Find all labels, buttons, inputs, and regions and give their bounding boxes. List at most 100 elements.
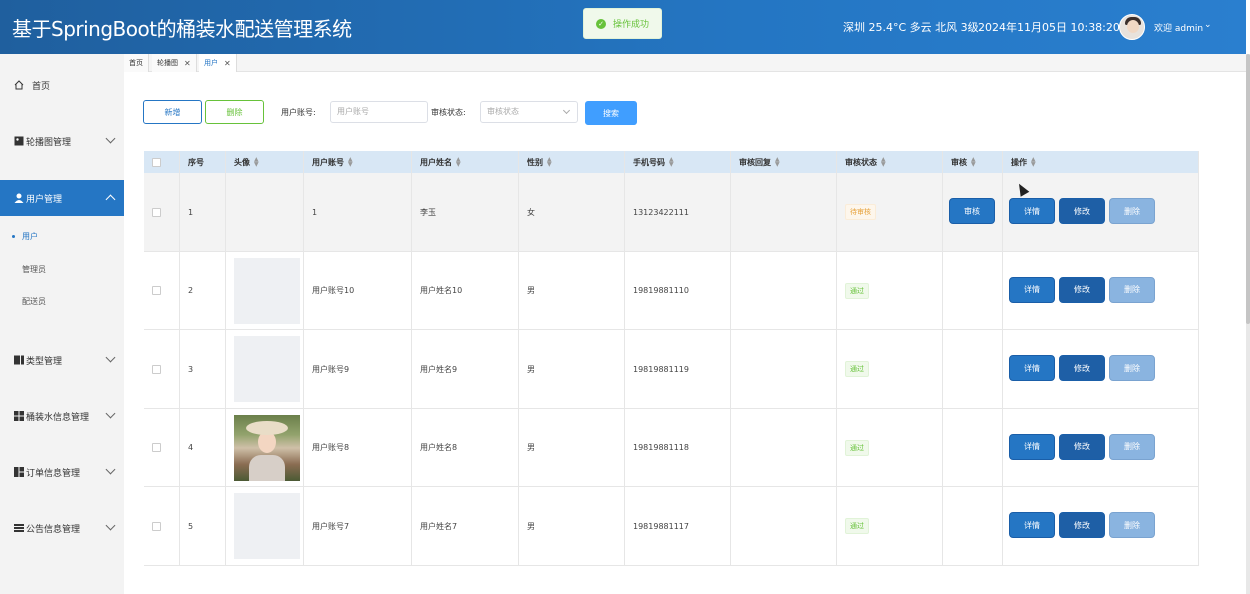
reply-cell (731, 251, 837, 330)
sort-icon[interactable]: ▲ ▼ (254, 157, 259, 168)
index-cell: 2 (180, 251, 226, 330)
row-checkbox[interactable] (152, 207, 161, 217)
actions-cell: 详情 修改 删除 (1003, 173, 1199, 251)
column-header-4[interactable]: 性别 ▲ ▼ (519, 151, 625, 173)
sidebar-item-label: 轮播图管理 (26, 137, 72, 148)
actions-cell: 详情 修改 删除 (1003, 487, 1199, 565)
account-cell: 用户账号10 (304, 251, 412, 330)
sidebar-subitem-1[interactable]: 管理员 (0, 259, 124, 279)
column-header-5[interactable]: 手机号码 ▲ ▼ (625, 151, 731, 173)
index-cell: 3 (180, 330, 226, 408)
delete-row-button[interactable]: 删除 (1109, 198, 1155, 224)
delete-button[interactable]: 删除 (205, 100, 264, 124)
close-icon[interactable]: ✕ (224, 59, 231, 68)
image-icon (14, 136, 24, 146)
sidebar-item-1[interactable]: 轮播图管理 (0, 123, 124, 159)
audit-button[interactable]: 审核 (949, 198, 995, 224)
sidebar-item-5[interactable]: 订单信息管理 (0, 454, 124, 490)
column-header-2[interactable]: 用户账号 ▲ ▼ (304, 151, 412, 173)
status-badge: 通过 (845, 518, 869, 534)
sort-icon[interactable]: ▲ ▼ (348, 157, 353, 168)
edit-button[interactable]: 修改 (1059, 355, 1105, 381)
column-header-label: 审核状态 (845, 157, 877, 167)
delete-row-button[interactable]: 删除 (1109, 355, 1155, 381)
status-badge: 待审核 (845, 204, 876, 220)
sidebar-item-4[interactable]: 桶装水信息管理 (0, 398, 124, 434)
chevron-down-icon[interactable]: ⌄ (1204, 20, 1212, 30)
order-icon (14, 467, 24, 477)
status-cell: 通过 (837, 330, 943, 408)
detail-button[interactable]: 详情 (1009, 433, 1055, 460)
column-header-label: 审核 (951, 157, 967, 167)
account-cell: 用户账号7 (304, 487, 412, 565)
avatar-cell (226, 251, 304, 330)
column-header-6[interactable]: 审核回复 ▲ ▼ (731, 151, 837, 173)
status-badge: 通过 (845, 282, 869, 299)
table-row: 3 用户账号9 用户姓名9 男 19819881119 通过 详情 修改 删除 (144, 330, 1199, 409)
row-select-cell (144, 408, 180, 487)
reply-cell (731, 330, 837, 408)
row-checkbox[interactable] (152, 286, 161, 295)
account-search-input[interactable]: 用户账号 (330, 101, 428, 123)
search-button[interactable]: 搜索 (585, 101, 637, 125)
sort-icon[interactable]: ▲ ▼ (775, 157, 780, 168)
welcome-user-menu[interactable]: 欢迎 admin (1154, 21, 1203, 34)
user-icon (14, 193, 24, 203)
audit-cell (943, 330, 1003, 408)
chevron-down-icon (105, 408, 116, 419)
sort-icon[interactable]: ▲ ▼ (971, 157, 976, 168)
sidebar-item-2[interactable]: 用户管理 (0, 180, 124, 216)
detail-button[interactable]: 详情 (1009, 355, 1055, 381)
sort-icon[interactable]: ▲ ▼ (456, 157, 461, 168)
type-icon (14, 355, 24, 365)
edit-button[interactable]: 修改 (1059, 198, 1105, 224)
table-row: 5 用户账号7 用户姓名7 男 19819881117 通过 详情 修改 删除 (144, 487, 1199, 566)
select-all-checkbox[interactable] (152, 157, 161, 167)
sidebar-item-0[interactable]: 首页 (0, 67, 124, 103)
top-header: 基于SpringBoot的桶装水配送管理系统 ✓ 操作成功 深圳 25.4°C … (0, 0, 1246, 54)
edit-button[interactable]: 修改 (1059, 433, 1105, 460)
gender-cell: 男 (519, 251, 625, 330)
user-avatar[interactable] (1119, 14, 1145, 40)
detail-button[interactable]: 详情 (1009, 198, 1055, 224)
audit-cell (943, 251, 1003, 330)
column-header-7[interactable]: 审核状态 ▲ ▼ (837, 151, 943, 173)
row-checkbox[interactable] (152, 521, 161, 531)
sidebar-item-3[interactable]: 类型管理 (0, 342, 124, 378)
sort-icon[interactable]: ▲ ▼ (547, 157, 552, 168)
column-header-8[interactable]: 审核 ▲ ▼ (943, 151, 1003, 173)
sort-icon[interactable]: ▲ ▼ (881, 157, 886, 168)
actions-cell: 详情 修改 删除 (1003, 330, 1199, 408)
sort-icon[interactable]: ▲ ▼ (1031, 157, 1036, 168)
row-select-cell (144, 251, 180, 330)
avatar-image (234, 493, 300, 559)
column-header-1[interactable]: 头像 ▲ ▼ (226, 151, 304, 173)
actions-cell: 详情 修改 删除 (1003, 408, 1199, 487)
detail-button[interactable]: 详情 (1009, 512, 1055, 538)
column-header-3[interactable]: 用户姓名 ▲ ▼ (412, 151, 519, 173)
delete-row-button[interactable]: 删除 (1109, 433, 1155, 460)
close-icon[interactable]: ✕ (184, 59, 191, 68)
avatar-cell (226, 330, 304, 408)
row-checkbox[interactable] (152, 364, 161, 374)
edit-button[interactable]: 修改 (1059, 512, 1105, 538)
delete-row-button[interactable]: 删除 (1109, 276, 1155, 303)
tab-0[interactable]: 首页 (124, 54, 149, 72)
status-select[interactable]: 审核状态 (480, 101, 578, 123)
column-header-9[interactable]: 操作 ▲ ▼ (1003, 151, 1199, 173)
audit-cell: 审核 (943, 173, 1003, 251)
sidebar-subitem-2[interactable]: 配送员 (0, 291, 124, 311)
chevron-down-icon (105, 520, 116, 531)
detail-button[interactable]: 详情 (1009, 276, 1055, 303)
delete-row-button[interactable]: 删除 (1109, 512, 1155, 538)
tab-1[interactable]: 轮播图 ✕ (152, 54, 197, 72)
account-filter-label: 用户账号: (281, 108, 316, 117)
edit-button[interactable]: 修改 (1059, 276, 1105, 303)
tab-2[interactable]: 用户 ✕ (199, 54, 237, 72)
sidebar-item-6[interactable]: 公告信息管理 (0, 510, 124, 546)
sort-icon[interactable]: ▲ ▼ (669, 157, 674, 168)
sidebar-subitem-0[interactable]: 用户 (0, 226, 124, 246)
scrollbar-thumb[interactable] (1246, 54, 1250, 324)
add-button[interactable]: 新增 (143, 100, 202, 124)
row-checkbox[interactable] (152, 443, 161, 452)
